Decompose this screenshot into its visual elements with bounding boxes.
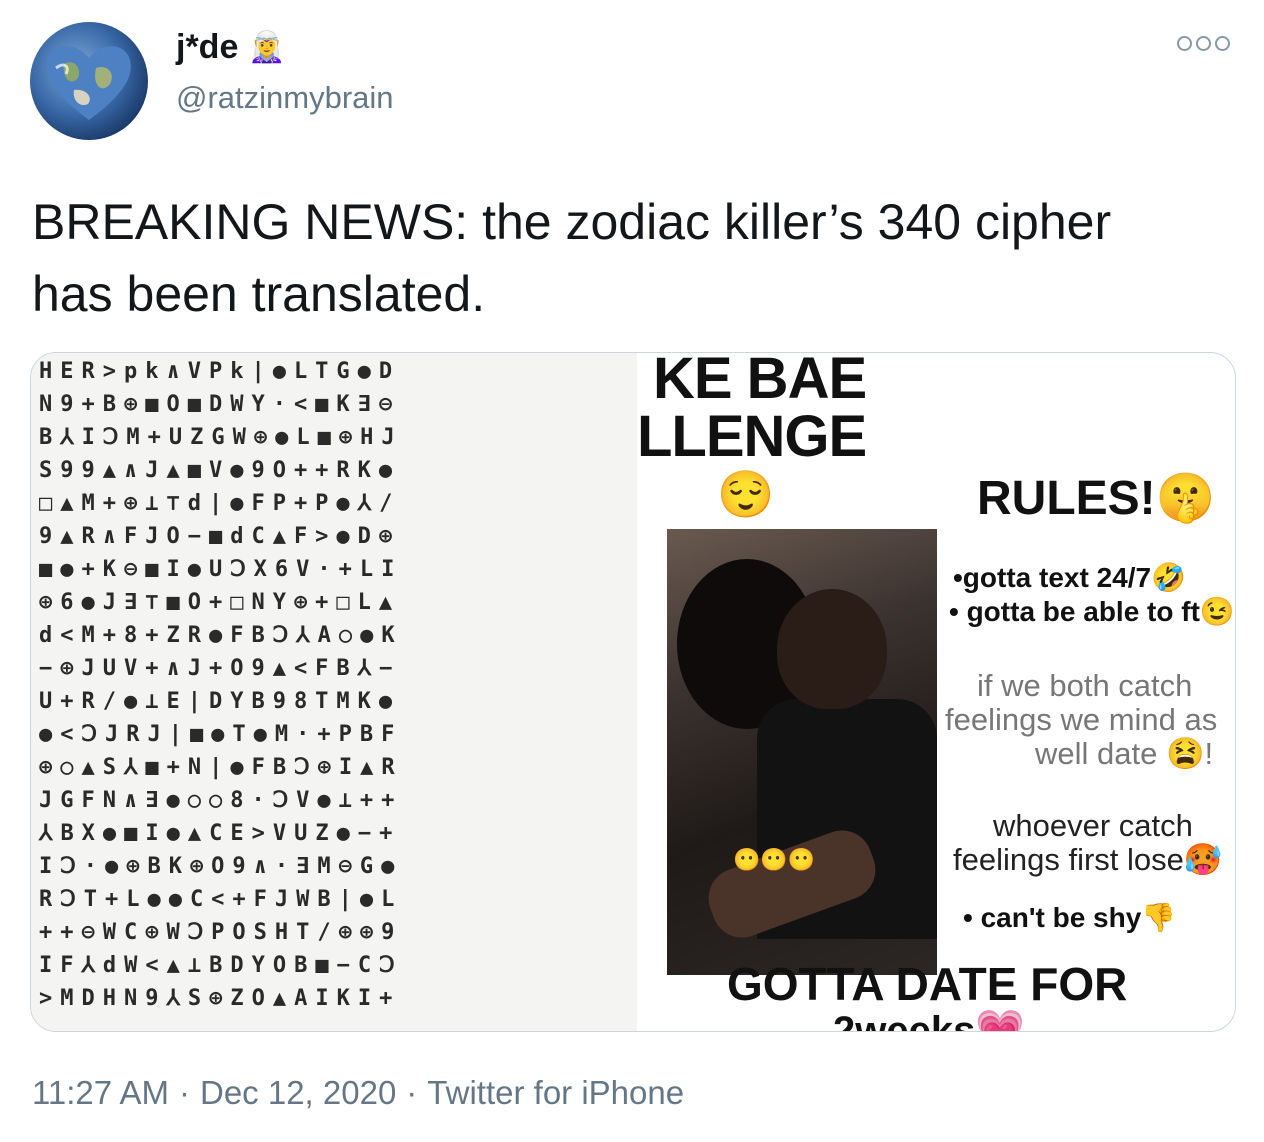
photo-emojis: 😶😶😶 <box>733 847 816 872</box>
cipher-row: ⅄BX●■I●▲CE>VUZ●−+ <box>39 821 401 846</box>
bottom-cut-text: 2weeks💗 <box>833 1009 1026 1032</box>
relieved-face-icon: 😌 <box>717 468 775 520</box>
rule-facetime: • gotta be able to ft😉 <box>949 595 1235 628</box>
tweet-text-line-2: has been translated. <box>32 266 486 322</box>
poster-title-line-2: LLENGE <box>637 404 867 469</box>
cipher-row: d<M+8+ZR●FBↃ⅄A○●K <box>39 623 403 648</box>
rules-heading-text: RULES! <box>977 472 1156 525</box>
catch-text-line-1: if we both catch <box>977 668 1193 703</box>
display-name[interactable]: j*de <box>176 28 238 67</box>
cipher-row: □▲M+⊕⊥⊤d|●FP+P●⅄/ <box>39 491 401 516</box>
user-handle[interactable]: @ratzinmybrain <box>176 80 394 116</box>
cipher-row: JGFN∧∃●○○8·ↃV●⊥++ <box>39 788 403 813</box>
tweet-date[interactable]: Dec 12, 2020 <box>200 1074 396 1112</box>
tweet-time[interactable]: 11:27 AM <box>32 1074 169 1112</box>
hot-face-icon: 🥵 <box>1183 842 1223 877</box>
rules-heading: RULES!🤫 <box>977 469 1215 526</box>
tweet-meta: 11:27 AM · Dec 12, 2020 · Twitter for iP… <box>32 1074 684 1112</box>
wink-face-icon: 😉 <box>1199 596 1235 627</box>
cipher-row: B⅄IↃM+UZGW⊕●L■⊕HJ <box>39 425 403 450</box>
cipher-row: −⊕JUV+∧J+O9▲<FB⅄− <box>39 656 401 681</box>
couple-photo: 😶😶😶 <box>667 529 937 975</box>
user-name-row: j*de 🧝‍♀️ <box>176 28 286 67</box>
cipher-row: ■●+K⊖■I●UↃX6V·+LI <box>39 557 403 582</box>
cipher-row: >MDHN9⅄S⊕ZO▲AIKI+ <box>39 986 401 1011</box>
lose-text: feelings first lose <box>953 842 1184 877</box>
cipher-row: ++⊖WC⊕WↃPOSHT/⊕⊕9 <box>39 920 403 945</box>
tweet-source-link[interactable]: Twitter for iPhone <box>427 1074 684 1112</box>
shushing-face-icon: 🤫 <box>1155 472 1216 525</box>
lose-text-line-1: whoever catch <box>993 808 1193 843</box>
more-dot <box>1215 36 1230 51</box>
bottom-title: GOTTA DATE FOR <box>727 958 1128 1010</box>
cipher-row: 9▲R∧FJO−■dC▲F>●D⊕ <box>39 524 401 549</box>
more-options-icon[interactable] <box>1177 36 1230 51</box>
cipher-row: ⊕○▲S⅄■+N|●FBↃ⊕I▲R <box>39 755 403 780</box>
catch-text-line-3: well date 😫! <box>1035 736 1214 771</box>
cipher-row: HER>pk∧VPk|●LTG●D <box>39 359 401 384</box>
tweet-media[interactable]: HER>pk∧VPk|●LTG●D N9+B⊕■O■DWY·<■K∃⊖ B⅄IↃ… <box>30 352 1236 1032</box>
cipher-row: ●<ↃJRJ|■●T●M·+PBF <box>39 722 403 747</box>
cipher-row: N9+B⊕■O■DWY·<■K∃⊖ <box>39 392 401 417</box>
cipher-row: S99▲∧J▲■V●9O++RK● <box>39 458 401 483</box>
catch-text-line-2: feelings we mind as <box>945 702 1218 737</box>
cipher-row: U+R/●⊥E|DYB98TMK● <box>39 689 401 714</box>
cipher-image: HER>pk∧VPk|●LTG●D N9+B⊕■O■DWY·<■K∃⊖ B⅄IↃ… <box>31 353 637 1031</box>
more-dot <box>1196 36 1211 51</box>
rule-text: • gotta be able to ft <box>949 596 1200 627</box>
photo-figure <box>777 589 887 709</box>
cipher-row: ⊕6●J∃⊤■O+□NY⊕+□L▲ <box>39 590 401 615</box>
heart-earth-icon <box>47 46 131 120</box>
cipher-row: RↃT+L●●C<+FJWB|●L <box>39 887 403 912</box>
rule-shy: • can't be shy👎 <box>963 902 1177 933</box>
cipher-row: IF⅄dW<▲⊥BDYOB■−CↃ <box>39 953 403 978</box>
tweet-text-line-1: BREAKING NEWS: the zodiac killer’s 340 c… <box>32 194 1112 250</box>
cipher-row: IↃ·●⊕BK⊕O9∧·∃M⊖G● <box>39 854 403 879</box>
laughing-face-icon: 🤣 <box>1151 562 1186 593</box>
elf-emoji-icon: 🧝‍♀️ <box>248 31 286 64</box>
meta-separator: · <box>178 1074 190 1111</box>
rule-text: •gotta text 24/7 <box>953 562 1152 593</box>
tweet-text: BREAKING NEWS: the zodiac killer’s 340 c… <box>32 186 1232 330</box>
lose-text-line-2: feelings first lose🥵 <box>953 843 1223 877</box>
challenge-poster-image: KE BAE LLENGE 😌 😶😶😶 RULES!🤫 •gotta text … <box>637 353 1235 1031</box>
meta-separator: · <box>406 1074 418 1111</box>
rule-text-24-7: •gotta text 24/7🤣 <box>953 561 1186 594</box>
avatar[interactable] <box>30 22 148 140</box>
more-dot <box>1177 36 1192 51</box>
